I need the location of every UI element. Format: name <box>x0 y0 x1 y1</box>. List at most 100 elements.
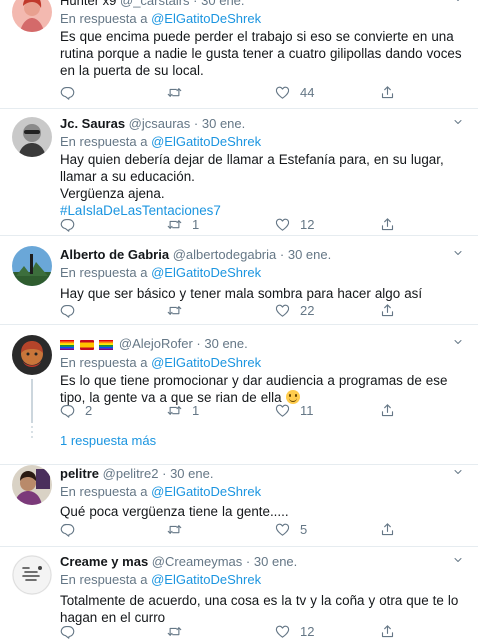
tweet-date[interactable]: 30 ene. <box>204 336 247 351</box>
share-icon <box>380 217 395 232</box>
user-handle[interactable]: @albertodegabria <box>173 247 277 262</box>
replying-to: En respuesta a @ElGatitoDeShrek <box>60 571 468 588</box>
display-name[interactable]: pelitre <box>60 466 99 481</box>
separator-dot: · <box>279 247 285 262</box>
retweet-button[interactable]: 1 <box>167 402 199 418</box>
reply-button[interactable] <box>60 521 85 537</box>
separator-dot: · <box>245 554 251 569</box>
reply-button[interactable] <box>60 623 85 639</box>
reply-icon <box>60 624 75 639</box>
display-name-flags[interactable] <box>60 336 115 354</box>
show-more-replies-link[interactable]: 1 respuesta más <box>60 433 156 448</box>
display-name[interactable]: Jc. Sauras <box>60 116 125 131</box>
share-button[interactable] <box>380 521 395 537</box>
tweet-date[interactable]: 30 ene. <box>202 116 245 131</box>
share-button[interactable] <box>380 302 395 318</box>
tweet-date[interactable]: 30 ene. <box>254 554 297 569</box>
reply-button[interactable] <box>60 84 85 100</box>
mention-link[interactable]: @ElGatitoDeShrek <box>151 484 261 499</box>
share-button[interactable] <box>380 623 395 639</box>
mention-link[interactable]: @ElGatitoDeShrek <box>151 265 261 280</box>
heart-icon <box>275 522 290 537</box>
tweet[interactable]: Creame y mas @Creameymas · 30 ene. En re… <box>0 547 478 643</box>
like-button[interactable]: 12 <box>275 216 314 232</box>
avatar[interactable] <box>12 335 52 375</box>
tweet-actions: 44 <box>60 84 470 100</box>
share-icon <box>380 624 395 639</box>
user-handle[interactable]: @pelitre2 <box>103 466 159 481</box>
mention-link[interactable]: @ElGatitoDeShrek <box>151 134 261 149</box>
reply-button[interactable]: 2 <box>60 402 92 418</box>
avatar[interactable] <box>12 555 52 595</box>
like-button[interactable]: 44 <box>275 84 314 100</box>
retweet-button[interactable] <box>167 521 192 537</box>
user-handle[interactable]: @AlejoRofer <box>119 336 193 351</box>
user-handle[interactable]: @_carstairs <box>120 0 190 8</box>
tweet-date[interactable]: 30 ene. <box>170 466 213 481</box>
like-button[interactable]: 5 <box>275 521 307 537</box>
reply-button[interactable] <box>60 302 85 318</box>
chevron-down-icon[interactable] <box>452 465 464 483</box>
share-icon <box>380 85 395 100</box>
heart-icon <box>275 403 290 418</box>
avatar[interactable] <box>12 465 52 505</box>
rainbow-flag-icon <box>99 339 114 350</box>
avatar[interactable] <box>12 117 52 157</box>
mention-link[interactable]: @ElGatitoDeShrek <box>151 572 261 587</box>
separator-dot: · <box>162 466 167 481</box>
tweet-header: @AlejoRofer · 30 ene. <box>60 335 468 354</box>
mention-link[interactable]: @ElGatitoDeShrek <box>151 11 261 26</box>
tweet-date[interactable]: 30 ene. <box>288 247 331 262</box>
tweet[interactable]: Hunter x9 @_carstairs · 30 ene. En respu… <box>0 0 478 109</box>
chevron-down-icon[interactable] <box>452 115 464 133</box>
display-name[interactable]: Hunter x9 <box>60 0 116 8</box>
replying-to: En respuesta a @ElGatitoDeShrek <box>60 133 468 150</box>
share-button[interactable] <box>380 84 395 100</box>
like-button[interactable]: 22 <box>275 302 314 318</box>
reply-button[interactable] <box>60 216 85 232</box>
tweet-header: Alberto de Gabria @albertodegabria · 30 … <box>60 246 468 264</box>
display-name[interactable]: Alberto de Gabria <box>60 247 169 262</box>
retweet-button[interactable]: 1 <box>167 216 199 232</box>
tweet-text-line: Hay quien debería dejar de llamar a Este… <box>60 152 444 184</box>
heart-icon <box>275 217 290 232</box>
show-more-replies[interactable]: 1 respuesta más <box>0 417 478 465</box>
user-handle[interactable]: @Creameymas <box>152 554 243 569</box>
display-name[interactable]: Creame y mas <box>60 554 148 569</box>
like-button[interactable]: 12 <box>275 623 314 639</box>
avatar[interactable] <box>12 246 52 286</box>
tweet[interactable]: Jc. Sauras @jcsauras · 30 ene. En respue… <box>0 109 478 236</box>
retweet-button[interactable] <box>167 84 192 100</box>
tweet[interactable]: @AlejoRofer · 30 ene. En respuesta a @El… <box>0 325 478 423</box>
like-count: 22 <box>300 302 315 318</box>
tweet[interactable]: Alberto de Gabria @albertodegabria · 30 … <box>0 236 478 325</box>
replying-prefix: En respuesta a <box>60 484 148 499</box>
retweet-icon <box>167 624 182 639</box>
replying-prefix: En respuesta a <box>60 265 148 280</box>
chevron-down-icon[interactable] <box>452 335 464 353</box>
share-button[interactable] <box>380 216 395 232</box>
chevron-down-icon[interactable] <box>452 246 464 264</box>
tweet-header: Creame y mas @Creameymas · 30 ene. <box>60 553 468 571</box>
like-count: 5 <box>300 521 308 537</box>
like-button[interactable]: 11 <box>275 402 314 418</box>
user-handle[interactable]: @jcsauras <box>129 116 191 131</box>
retweet-icon <box>167 85 182 100</box>
retweet-button[interactable] <box>167 302 192 318</box>
tweet-actions: 22 <box>60 302 470 318</box>
retweet-button[interactable] <box>167 623 192 639</box>
tweet-date[interactable]: 30 ene. <box>201 0 244 8</box>
retweet-count: 1 <box>192 402 200 418</box>
like-count: 11 <box>300 402 314 418</box>
chevron-down-icon[interactable] <box>452 0 464 10</box>
avatar[interactable] <box>12 0 52 32</box>
chevron-down-icon[interactable] <box>452 553 464 571</box>
tweet[interactable]: pelitre @pelitre2 · 30 ene. En respuesta… <box>0 465 478 547</box>
tweet-header: Jc. Sauras @jcsauras · 30 ene. <box>60 115 468 133</box>
share-button[interactable] <box>380 402 395 418</box>
heart-icon <box>275 85 290 100</box>
reply-count: 2 <box>85 402 93 418</box>
reply-icon <box>60 403 75 418</box>
mention-link[interactable]: @ElGatitoDeShrek <box>151 355 261 370</box>
share-icon <box>380 403 395 418</box>
